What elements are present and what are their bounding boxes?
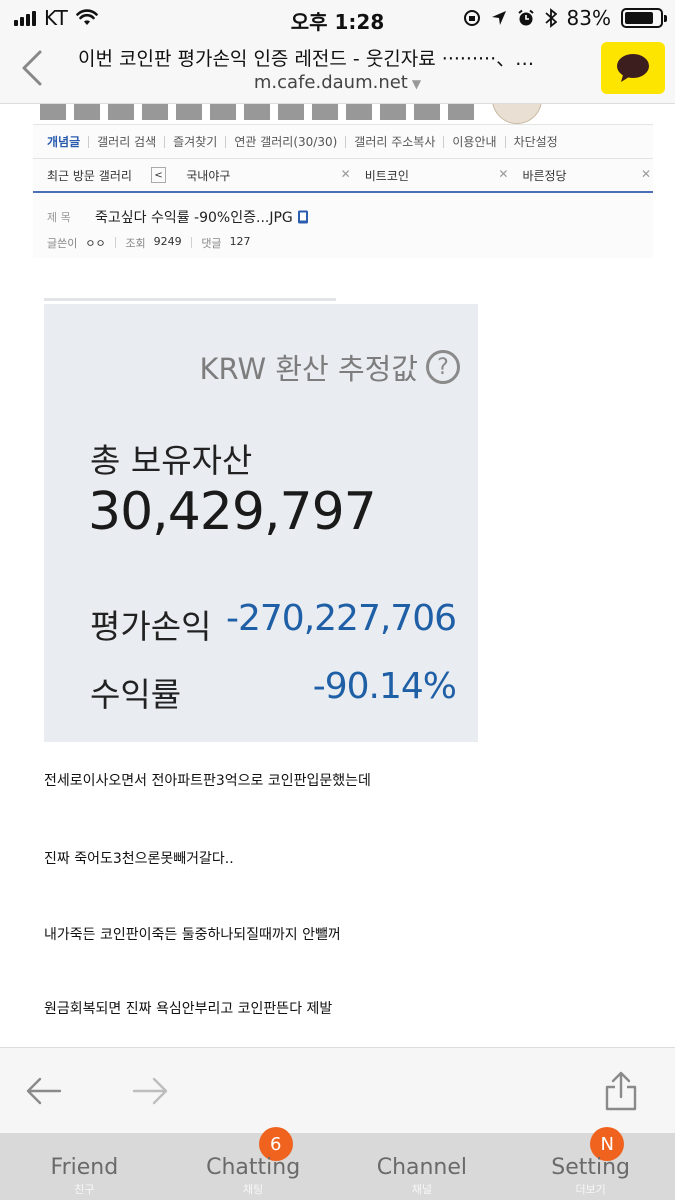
tab-sublabel: 채팅 [243,1183,264,1196]
nav-item-concept[interactable]: 개념글 [47,135,90,148]
recent-galleries-bar: 최근 방문 갤러리 < 국내야구 ✕ 비트코인 ✕ 바른정당 ✕ [33,159,653,193]
app-tab-bar: Friend 친구 6 Chatting 채팅 Channel 채널 N Set… [0,1127,675,1200]
share-icon [605,1071,637,1111]
krw-estimate-text: KRW 환산 추정값 [199,352,418,386]
tab-label: Chatting [206,1155,301,1180]
return-rate-value: -90.14% [312,666,457,707]
nav-item-guide[interactable]: 이용안내 [444,135,506,148]
browser-header: 이번 코인판 평가손익 인증 레전드 - 웃긴자료 ·········、… m.… [0,34,675,104]
page-url[interactable]: m.cafe.daum.net ▼ [0,72,675,93]
battery-icon [621,8,667,28]
browser-back-button[interactable] [20,1068,66,1114]
tab-sublabel: 채널 [411,1183,432,1196]
tab-sublabel: 친구 [74,1183,95,1196]
recent-tab[interactable]: 바른정당 ✕ [522,167,651,184]
post-meta: 글쓴이 ㅇㅇ | 조회 9249 | 댓글 127 [47,235,251,250]
url-text: m.cafe.daum.net [253,72,408,93]
post-author: ㅇㅇ [85,237,106,250]
gallery-nav: 개념글 갤러리 검색 즐겨찾기 연관 갤러리(30/30) 갤러리 주소복사 이… [33,125,653,159]
character-image [492,104,542,124]
gallery-post-header: 개념글 갤러리 검색 즐겨찾기 연관 갤러리(30/30) 갤러리 주소복사 이… [33,124,653,258]
recent-tab[interactable]: 국내야구 ✕ [186,167,351,184]
comments-label: 댓글 [201,237,222,250]
views-count: 9249 [153,235,182,248]
nav-item-block-settings[interactable]: 차단설정 [506,136,566,148]
kakao-share-button[interactable] [601,42,665,94]
close-icon[interactable]: ✕ [498,167,508,184]
subject-label: 제 목 [47,211,71,224]
bluetooth-icon [544,8,557,28]
browser-toolbar [0,1047,675,1133]
pnl-label: 평가손익 [90,607,212,646]
close-icon[interactable]: ✕ [341,167,351,184]
cropped-header-image [40,104,480,120]
tab-label: Channel [376,1155,468,1180]
views-label: 조회 [125,237,146,250]
arrow-right-icon [132,1077,168,1105]
page-content: 개념글 갤러리 검색 즐겨찾기 연관 갤러리(30/30) 갤러리 주소복사 이… [0,104,675,1048]
post-paragraph: 원금회복되면 진짜 욕심안부리고 코인판뜬다 제발 [44,1001,333,1017]
status-right: 83% [463,6,667,30]
post-subject: 죽고싶다 수익률 -90%인증...JPG [95,210,293,226]
post-paragraph: 전세로이사오면서 전아파트판3억으로 코인판입문했는데 [44,773,371,789]
arrow-left-icon [26,1077,62,1105]
battery-percent: 83% [566,6,611,30]
prev-arrow-icon[interactable]: < [151,167,167,183]
help-icon: ? [426,350,460,384]
nav-item-search[interactable]: 갤러리 검색 [89,135,166,148]
author-label: 글쓴이 [47,237,78,250]
recent-tab-label: 비트코인 [364,168,409,183]
tab-sublabel: 더보기 [575,1183,606,1196]
share-button[interactable] [598,1068,644,1114]
browser-forward-button[interactable] [128,1068,174,1114]
nav-item-related[interactable]: 연관 갤러리(30/30) [226,135,347,148]
tab-label: Setting [551,1155,631,1180]
subject-row: 제 목 죽고싶다 수익률 -90%인증...JPG [47,207,309,227]
orientation-lock-icon [463,10,480,26]
status-bar: KT 오후 1:28 83% [0,0,675,34]
tab-chatting[interactable]: 6 Chatting 채팅 [169,1127,338,1200]
recent-tab-label: 국내야구 [186,168,231,183]
tab-channel[interactable]: Channel 채널 [338,1133,507,1200]
tab-setting[interactable]: N Setting 더보기 [506,1127,675,1200]
alarm-icon [517,9,534,26]
recent-label: 최근 방문 갤러리 [47,168,132,183]
page-title: 이번 코인판 평가손익 인증 레전드 - 웃긴자료 ·········、… [78,48,535,70]
pnl-value: -270,227,706 [225,598,457,639]
krw-estimate-label: KRW 환산 추정값 ? [199,346,460,388]
krw-asset-card: KRW 환산 추정값 ? 총 보유자산 30,429,797 평가손익 -270… [44,298,478,742]
total-assets-value: 30,429,797 [88,482,377,542]
close-icon[interactable]: ✕ [641,167,651,184]
post-paragraph: 진짜 죽어도3천으론못빼거갈다.. [44,851,234,867]
url-dropdown-icon: ▼ [411,77,422,91]
phone-icon [297,210,308,224]
recent-tab[interactable]: 비트코인 ✕ [365,167,509,184]
location-arrow-icon [491,11,506,25]
tab-label: Friend [50,1155,119,1180]
post-paragraph: 내가죽든 코인판이죽든 둘중하나되질때까지 안뺄꺼 [44,927,341,943]
nav-item-favorites[interactable]: 즐겨찾기 [165,135,227,148]
comments-count: 127 [229,235,251,248]
nav-item-copy-address[interactable]: 갤러리 주소복사 [346,135,445,148]
tab-friend[interactable]: Friend 친구 [0,1133,169,1200]
total-assets-label: 총 보유자산 [90,441,253,480]
speech-bubble-icon [617,54,649,82]
recent-tab-label: 바른정당 [522,168,567,183]
return-rate-label: 수익률 [90,675,182,714]
